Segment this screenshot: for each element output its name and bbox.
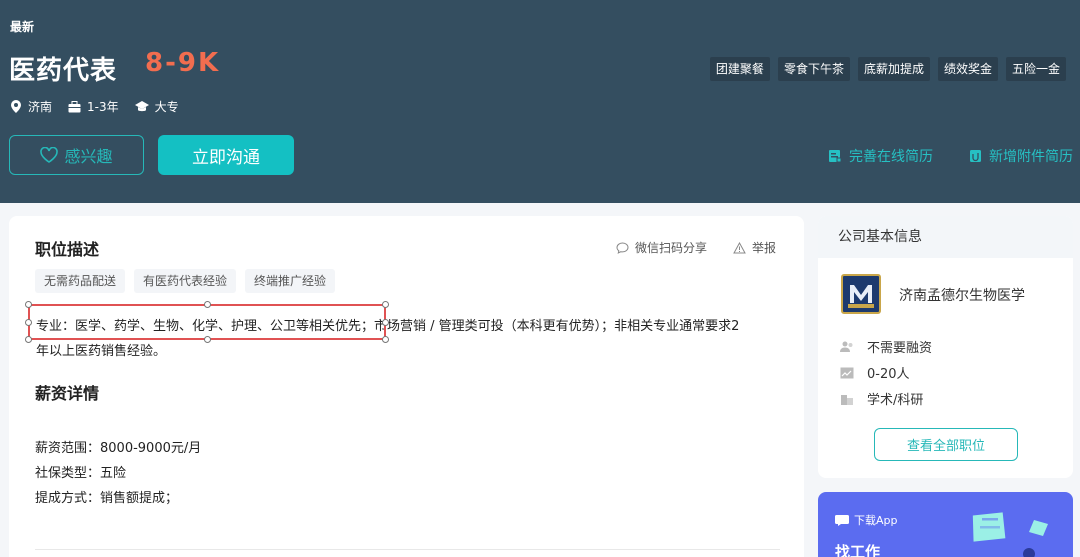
people-icon	[840, 341, 853, 352]
resize-handle[interactable]	[382, 336, 389, 343]
wechat-share-label: 微信扫码分享	[634, 241, 707, 255]
resume-links: 完善在线简历 新增附件简历	[792, 146, 1073, 166]
job-title: 医药代表	[9, 56, 118, 86]
briefcase-icon	[68, 100, 81, 112]
industry-row: 学术/科研	[840, 389, 923, 408]
download-app-label-row: 下载App	[835, 512, 898, 528]
experience-item: 1-3年	[68, 98, 119, 115]
chat-now-button[interactable]: 立即沟通	[158, 135, 294, 175]
location-item: 济南	[10, 98, 52, 115]
size-row: 0-20人	[840, 363, 910, 382]
location-text: 济南	[28, 100, 53, 114]
interest-label: 感兴趣	[64, 147, 113, 166]
location-pin-icon	[11, 100, 21, 113]
find-job-title: 找工作	[835, 543, 881, 557]
company-info-title: 公司基本信息	[818, 216, 1073, 258]
download-app-banner[interactable]: 下载App 找工作	[818, 492, 1073, 557]
chart-icon	[840, 367, 854, 378]
skill-tags: 无需药品配送 有医药代表经验 终端推广经验	[35, 269, 344, 293]
company-name[interactable]: 济南孟德尔生物医学	[899, 285, 1025, 305]
salary-range: 薪资范围：8000-9000元/月	[35, 441, 202, 456]
salary-details: 薪资范围：8000-9000元/月 社保类型：五险 提成方式：销售额提成；	[35, 436, 201, 511]
report-label: 举报	[751, 241, 776, 255]
resize-handle[interactable]	[204, 336, 211, 343]
salary-details-title: 薪资详情	[35, 384, 100, 403]
building-icon	[841, 394, 853, 405]
resize-handle[interactable]	[25, 319, 32, 326]
skill-tag: 有医药代表经验	[134, 269, 237, 293]
company-logo[interactable]	[841, 274, 881, 314]
resume-doc-icon	[829, 150, 842, 163]
resize-handle[interactable]	[382, 319, 389, 326]
share-report-bar: 微信扫码分享 举报	[590, 239, 776, 256]
new-tag: 最新	[10, 20, 35, 34]
benefit-tag: 零食下午茶	[777, 57, 850, 81]
resize-handle[interactable]	[25, 336, 32, 343]
skill-tag: 终端推广经验	[245, 269, 336, 293]
benefit-tags: 团建聚餐 零食下午茶 底薪加提成 绩效奖金 五险一金	[702, 57, 1066, 81]
offer-illustration	[972, 512, 1048, 557]
benefit-tag: 底薪加提成	[857, 57, 930, 81]
benefit-tag: 五险一金	[1005, 57, 1066, 81]
resize-handle[interactable]	[204, 301, 211, 308]
download-app-label: 下载App	[854, 514, 898, 527]
chat-bubble-icon	[616, 241, 629, 254]
company-logo-mark	[846, 279, 876, 309]
attachment-icon	[970, 150, 981, 162]
description-line: 年以上医药销售经验。	[36, 344, 167, 359]
add-attachment-link[interactable]: 新增附件简历	[969, 146, 1073, 166]
resize-handle[interactable]	[25, 301, 32, 308]
financing-text: 不需要融资	[867, 341, 933, 356]
job-detail-card: 职位描述 微信扫码分享 举报 无需药品配送 有医药代表经验 终端推广经验 专业：…	[9, 216, 804, 557]
experience-text: 1-3年	[87, 100, 119, 114]
skill-tag: 无需药品配送	[35, 269, 126, 293]
improve-resume-label: 完善在线简历	[849, 149, 933, 165]
wechat-share-link[interactable]: 微信扫码分享	[616, 239, 707, 256]
message-icon	[835, 514, 849, 526]
job-description-title: 职位描述	[35, 240, 100, 259]
financing-row: 不需要融资	[840, 337, 932, 356]
view-all-jobs-button[interactable]: 查看全部职位	[874, 428, 1018, 461]
benefit-tag: 绩效奖金	[937, 57, 998, 81]
education-text: 大专	[154, 100, 179, 114]
selection-box[interactable]	[25, 301, 389, 343]
job-meta: 济南 1-3年 大专	[10, 98, 195, 115]
company-info-card: 公司基本信息 济南孟德尔生物医学 不需要融资 0-20人 学术/科研 查看全部职…	[818, 216, 1073, 478]
add-attachment-label: 新增附件简历	[989, 149, 1073, 165]
benefit-tag: 团建聚餐	[709, 57, 770, 81]
interest-button[interactable]: 感兴趣	[9, 135, 144, 175]
resize-handle[interactable]	[382, 301, 389, 308]
job-header: 最新 医药代表 8-9K 济南 1-3年 大专 团建聚餐 零食下午茶 底薪加提成…	[0, 0, 1080, 203]
warning-icon	[733, 241, 746, 253]
divider	[35, 549, 780, 550]
heart-icon	[40, 147, 59, 163]
report-link[interactable]: 举报	[733, 239, 776, 256]
commission-type: 提成方式：销售额提成；	[35, 491, 179, 506]
improve-resume-link[interactable]: 完善在线简历	[828, 146, 933, 166]
size-text: 0-20人	[867, 367, 910, 382]
graduation-cap-icon	[134, 100, 149, 111]
salary: 8-9K	[145, 48, 221, 78]
insurance-type: 社保类型：五险	[35, 466, 127, 481]
education-item: 大专	[134, 98, 179, 115]
industry-text: 学术/科研	[867, 393, 924, 408]
